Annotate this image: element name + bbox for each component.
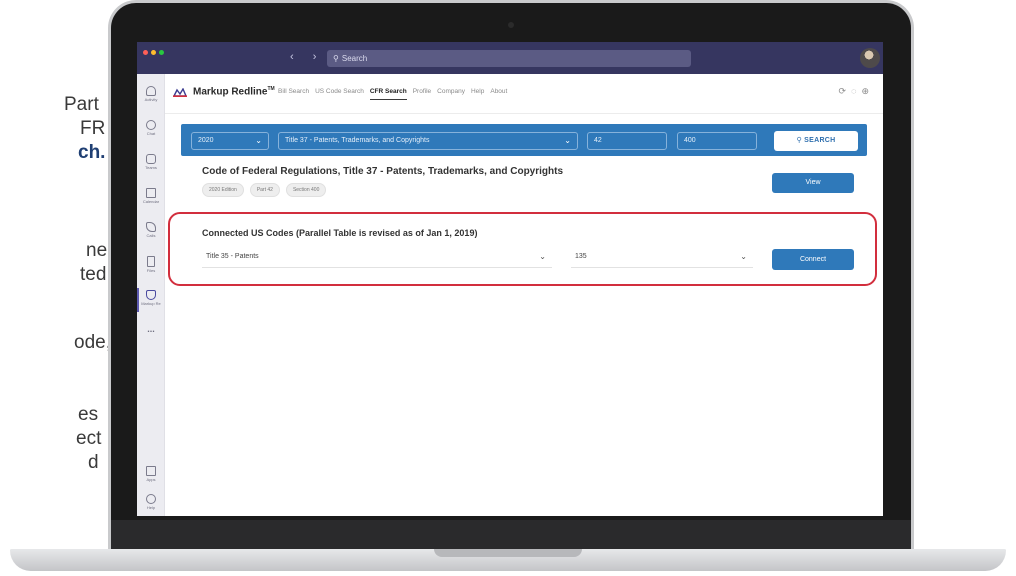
menu-profile[interactable]: Profile (413, 88, 431, 100)
rail-item-teams[interactable]: Teams (137, 154, 165, 170)
side-copy-line: ted (80, 264, 107, 285)
chat-icon (146, 120, 156, 130)
chevron-down-icon: ⌄ (255, 136, 262, 145)
app-screen: ‹ › ⚲ Search Activity Chat Teams Calendar… (137, 42, 883, 516)
popout-icon[interactable]: ◌ (851, 86, 856, 97)
search-icon: ⚲ (333, 54, 339, 63)
rail-item-chat[interactable]: Chat (137, 120, 165, 136)
title-select[interactable]: Title 37 - Patents, Trademarks, and Copy… (278, 132, 578, 150)
globe-icon[interactable]: ⊕ (861, 86, 869, 97)
teams-icon (146, 154, 156, 164)
side-copy-line: FR (80, 118, 106, 139)
menu-cfr-search[interactable]: CFR Search (369, 88, 407, 100)
rail-label: Markup Re (141, 301, 161, 306)
title-bar: ‹ › ⚲ Search (137, 42, 883, 74)
part-badge: Part 42 (249, 183, 280, 197)
rail-label: Help (146, 505, 156, 510)
rail-label: Calendar (142, 199, 160, 204)
rail-label: Teams (145, 165, 157, 170)
chevron-down-icon: ⌄ (539, 252, 546, 261)
menu-bill-search[interactable]: Bill Search (278, 88, 309, 100)
section-input[interactable]: 400 (677, 132, 757, 150)
more-apps-button[interactable]: ... (137, 324, 165, 334)
help-icon (146, 494, 156, 504)
connected-codes-title: Connected US Codes (Parallel Table is re… (202, 228, 478, 238)
nav-arrows[interactable]: ‹ › (290, 51, 324, 63)
side-copy-line: ode, (74, 332, 110, 353)
main-menu: Bill Search US Code Search CFR Search Pr… (278, 88, 507, 100)
rail-item-calls[interactable]: Calls (137, 222, 165, 238)
minimize-window-icon[interactable] (151, 50, 156, 55)
brand-name: Markup RedlineTM (193, 86, 275, 98)
app-rail: Activity Chat Teams Calendar Calls Files… (137, 74, 165, 516)
side-copy: Part FR ch. ne ted ode, es ect d (0, 0, 110, 576)
laptop-notch (434, 549, 582, 557)
bell-icon (146, 86, 156, 96)
connect-button[interactable]: Connect (772, 249, 854, 270)
chevron-down-icon: ⌄ (564, 136, 571, 145)
side-copy-line: ch. (78, 142, 106, 163)
title-value: Title 37 - Patents, Trademarks, and Copy… (285, 137, 430, 144)
view-button[interactable]: View (772, 173, 854, 193)
part-input[interactable]: 42 (587, 132, 667, 150)
us-code-title-value: Title 35 - Patents (206, 253, 259, 260)
menu-help[interactable]: Help (471, 88, 484, 100)
camera-icon (508, 22, 514, 28)
phone-icon (146, 222, 156, 232)
side-copy-line: ect (76, 428, 102, 449)
maximize-window-icon[interactable] (159, 50, 164, 55)
us-code-section-value: 135 (575, 253, 587, 260)
rail-item-activity[interactable]: Activity (137, 86, 165, 102)
apps-icon (146, 466, 156, 476)
menu-company[interactable]: Company (437, 88, 465, 100)
file-icon (147, 256, 155, 267)
close-window-icon[interactable] (143, 50, 148, 55)
global-search-input[interactable]: ⚲ Search (327, 50, 691, 67)
rail-item-markup-redline[interactable]: Markup Re (137, 290, 165, 306)
side-copy-line: d (88, 452, 99, 473)
result-tags: 2020 Edition Part 42 Section 400 (202, 183, 327, 197)
rail-item-apps[interactable]: Apps (137, 466, 165, 482)
chevron-down-icon: ⌄ (740, 252, 747, 261)
year-select[interactable]: 2020 ⌄ (191, 132, 269, 150)
window-controls (143, 50, 164, 55)
rail-item-calendar[interactable]: Calendar (137, 188, 165, 204)
cfr-search-bar: 2020 ⌄ Title 37 - Patents, Trademarks, a… (181, 124, 867, 156)
avatar[interactable] (860, 48, 880, 68)
rail-label: Apps (146, 477, 156, 482)
search-button-label: SEARCH (804, 137, 836, 144)
menu-about[interactable]: About (490, 88, 507, 100)
laptop-chin (111, 520, 911, 552)
search-placeholder: Search (341, 54, 368, 63)
header-icons: ⟳ ◌ ⊕ (839, 86, 869, 97)
rail-label: Chat (146, 131, 156, 136)
search-icon: ⚲ (796, 137, 805, 144)
side-copy-line: es (78, 404, 99, 425)
side-copy-line: ne (86, 240, 108, 261)
rail-label: Activity (144, 97, 158, 102)
year-value: 2020 (198, 137, 214, 144)
us-code-section-select[interactable]: 135 ⌄ (571, 246, 753, 268)
edition-badge: 2020 Edition (202, 183, 244, 197)
calendar-icon (146, 188, 156, 198)
rail-item-files[interactable]: Files (137, 256, 165, 273)
rail-label: Files (146, 268, 156, 273)
search-button[interactable]: ⚲ SEARCH (774, 131, 858, 151)
markup-redline-logo-icon (173, 88, 187, 97)
us-code-title-select[interactable]: Title 35 - Patents ⌄ (202, 246, 552, 268)
app-header: Markup RedlineTM Bill Search US Code Sea… (165, 74, 883, 114)
side-copy-line: Part (64, 94, 99, 115)
rail-item-help[interactable]: Help (137, 494, 165, 510)
menu-us-code-search[interactable]: US Code Search (315, 88, 364, 100)
markup-app-icon (146, 290, 156, 300)
refresh-icon[interactable]: ⟳ (839, 86, 847, 97)
rail-label: Calls (146, 233, 156, 238)
section-badge: Section 400 (285, 183, 327, 197)
cfr-result-title: Code of Federal Regulations, Title 37 - … (202, 166, 564, 177)
